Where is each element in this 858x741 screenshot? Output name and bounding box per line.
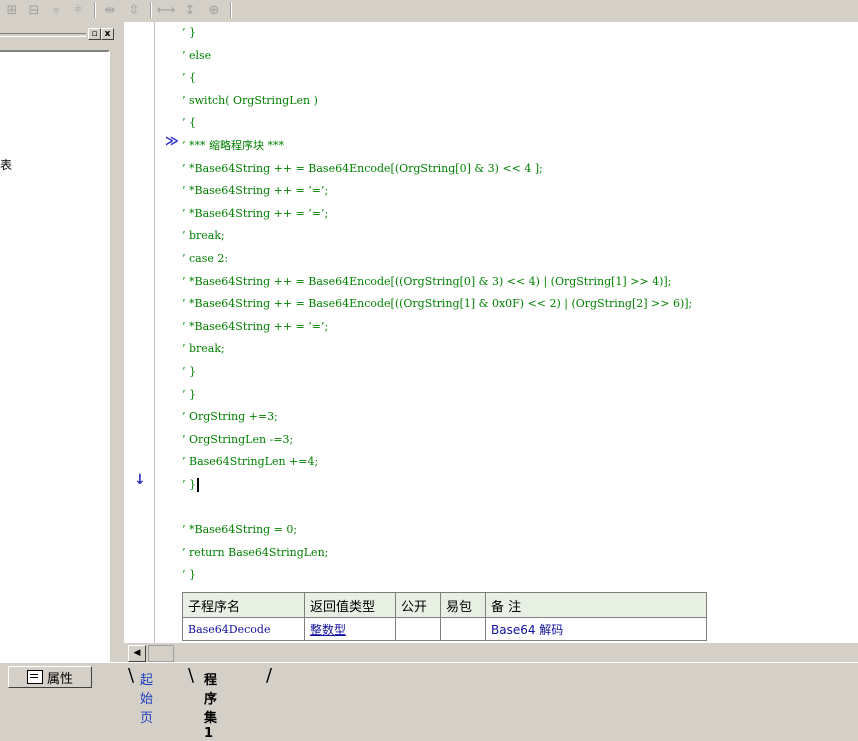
code-line[interactable]: ’ *Base64String ++ = ’=’; [182,180,328,202]
code-line[interactable]: ’ *Base64String ++ = ’=’; [182,203,328,225]
same-height-icon[interactable]: ↕ [180,1,200,19]
code-line[interactable]: ’ { [182,112,196,134]
same-width-icon[interactable]: ⟷ [156,1,176,19]
col-header-public: 公开 [395,592,441,618]
toolbar-separator [230,2,232,18]
code-line[interactable]: ’ OrgString +=3; [182,406,278,428]
align-middle-icon[interactable]: ⫩ [68,1,88,19]
tab-divider: / [266,665,273,686]
col-header-remark: 备 注 [485,592,707,618]
bottom-bar: 属性 \ 起始页 \ 程序集1 / [0,662,858,741]
cell-sub-name[interactable]: Base64Decode [182,617,305,641]
properties-tab[interactable]: 属性 [8,666,92,688]
code-line[interactable]: ’ *** 缩略程序块 *** [182,135,284,157]
subroutine-header-row: 子程序名 返回值类型 公开 易包 备 注 [182,592,707,618]
space-vertical-icon[interactable]: ⇳ [124,1,144,19]
align-left-icon[interactable]: ⊞ [2,1,22,19]
code-line[interactable]: ’ switch( OrgStringLen ) [182,90,318,112]
code-line[interactable]: ’ return Base64StringLen; [182,542,328,564]
cell-remark[interactable]: Base64 解码 [485,617,707,641]
code-line[interactable]: ’ Base64StringLen +=4; [182,451,318,473]
toolbar-separator [150,2,152,18]
code-line[interactable]: ’ { [182,67,196,89]
left-dock-pane: ▫ x 表 [0,22,124,664]
horizontal-scrollbar[interactable]: ◀ [124,643,858,662]
tab-divider: \ [188,665,195,686]
code-line[interactable]: ’ } [182,384,196,406]
pane-caption: ▫ x [0,27,116,41]
code-line[interactable]: ’ *Base64String ++ = ’=’; [182,316,328,338]
code-line[interactable]: ’ } [182,474,199,496]
code-line[interactable]: ’ else [182,45,211,67]
col-header-return: 返回值类型 [304,592,396,618]
properties-label: 属性 [46,671,73,687]
alignment-toolbar: ⊞ ⊟ ⫧ ⫩ ⇹ ⇳ ⟷ ↕ ⊕ [0,0,858,23]
code-line[interactable]: ’ case 2: [182,248,228,270]
execution-pointer-icon: ↓ [134,472,146,488]
align-center-icon[interactable]: ⊟ [24,1,44,19]
tab-program-set[interactable]: 程序集1 [204,669,217,741]
code-editor[interactable]: ↓ ≫ ’ }’ else’ {’ switch( OrgStringLen )… [124,22,858,643]
tab-start-page[interactable]: 起始页 [140,669,153,726]
code-line[interactable]: ’ } [182,361,196,383]
cell-public[interactable] [395,617,441,641]
scroll-track[interactable] [148,645,174,662]
col-header-easypack: 易包 [440,592,486,618]
close-button[interactable]: x [101,28,114,40]
tab-divider: \ [128,665,135,686]
code-line[interactable]: ’ OrgStringLen -=3; [182,429,293,451]
space-horizontal-icon[interactable]: ⇹ [100,1,120,19]
code-line[interactable]: ’ } [182,22,196,44]
truncated-tree-label: 表 [0,158,13,172]
code-line[interactable]: ’ *Base64String ++ = Base64Encode[((OrgS… [182,293,692,315]
code-line[interactable]: ’ } [182,564,196,586]
code-line[interactable]: ’ *Base64String = 0; [182,519,297,541]
text-caret [197,478,199,492]
cell-return-type[interactable]: 整数型 [304,617,396,641]
align-top-icon[interactable]: ⫧ [46,1,66,19]
editor-gutter [124,22,155,643]
minimize-button[interactable]: ▫ [88,28,101,40]
code-line[interactable]: ’ break; [182,225,225,247]
collapsed-block-icon[interactable]: ≫ [165,134,179,149]
scroll-left-button[interactable]: ◀ [128,645,146,662]
properties-icon [26,670,43,684]
toolbar-separator [94,2,96,18]
code-line[interactable]: ’ break; [182,338,225,360]
workspace-tree-panel[interactable] [0,50,110,664]
subroutine-table: 子程序名 返回值类型 公开 易包 备 注 Base64Decode 整数型 Ba… [182,592,707,641]
code-line[interactable]: ’ *Base64String ++ = Base64Encode[((OrgS… [182,271,671,293]
col-header-name: 子程序名 [182,592,305,618]
caption-grip[interactable] [0,33,86,37]
code-line[interactable]: ’ *Base64String ++ = Base64Encode[(OrgSt… [182,158,543,180]
cell-easypack[interactable] [440,617,486,641]
same-size-icon[interactable]: ⊕ [204,1,224,19]
table-row[interactable]: Base64Decode 整数型 Base64 解码 [182,617,707,641]
